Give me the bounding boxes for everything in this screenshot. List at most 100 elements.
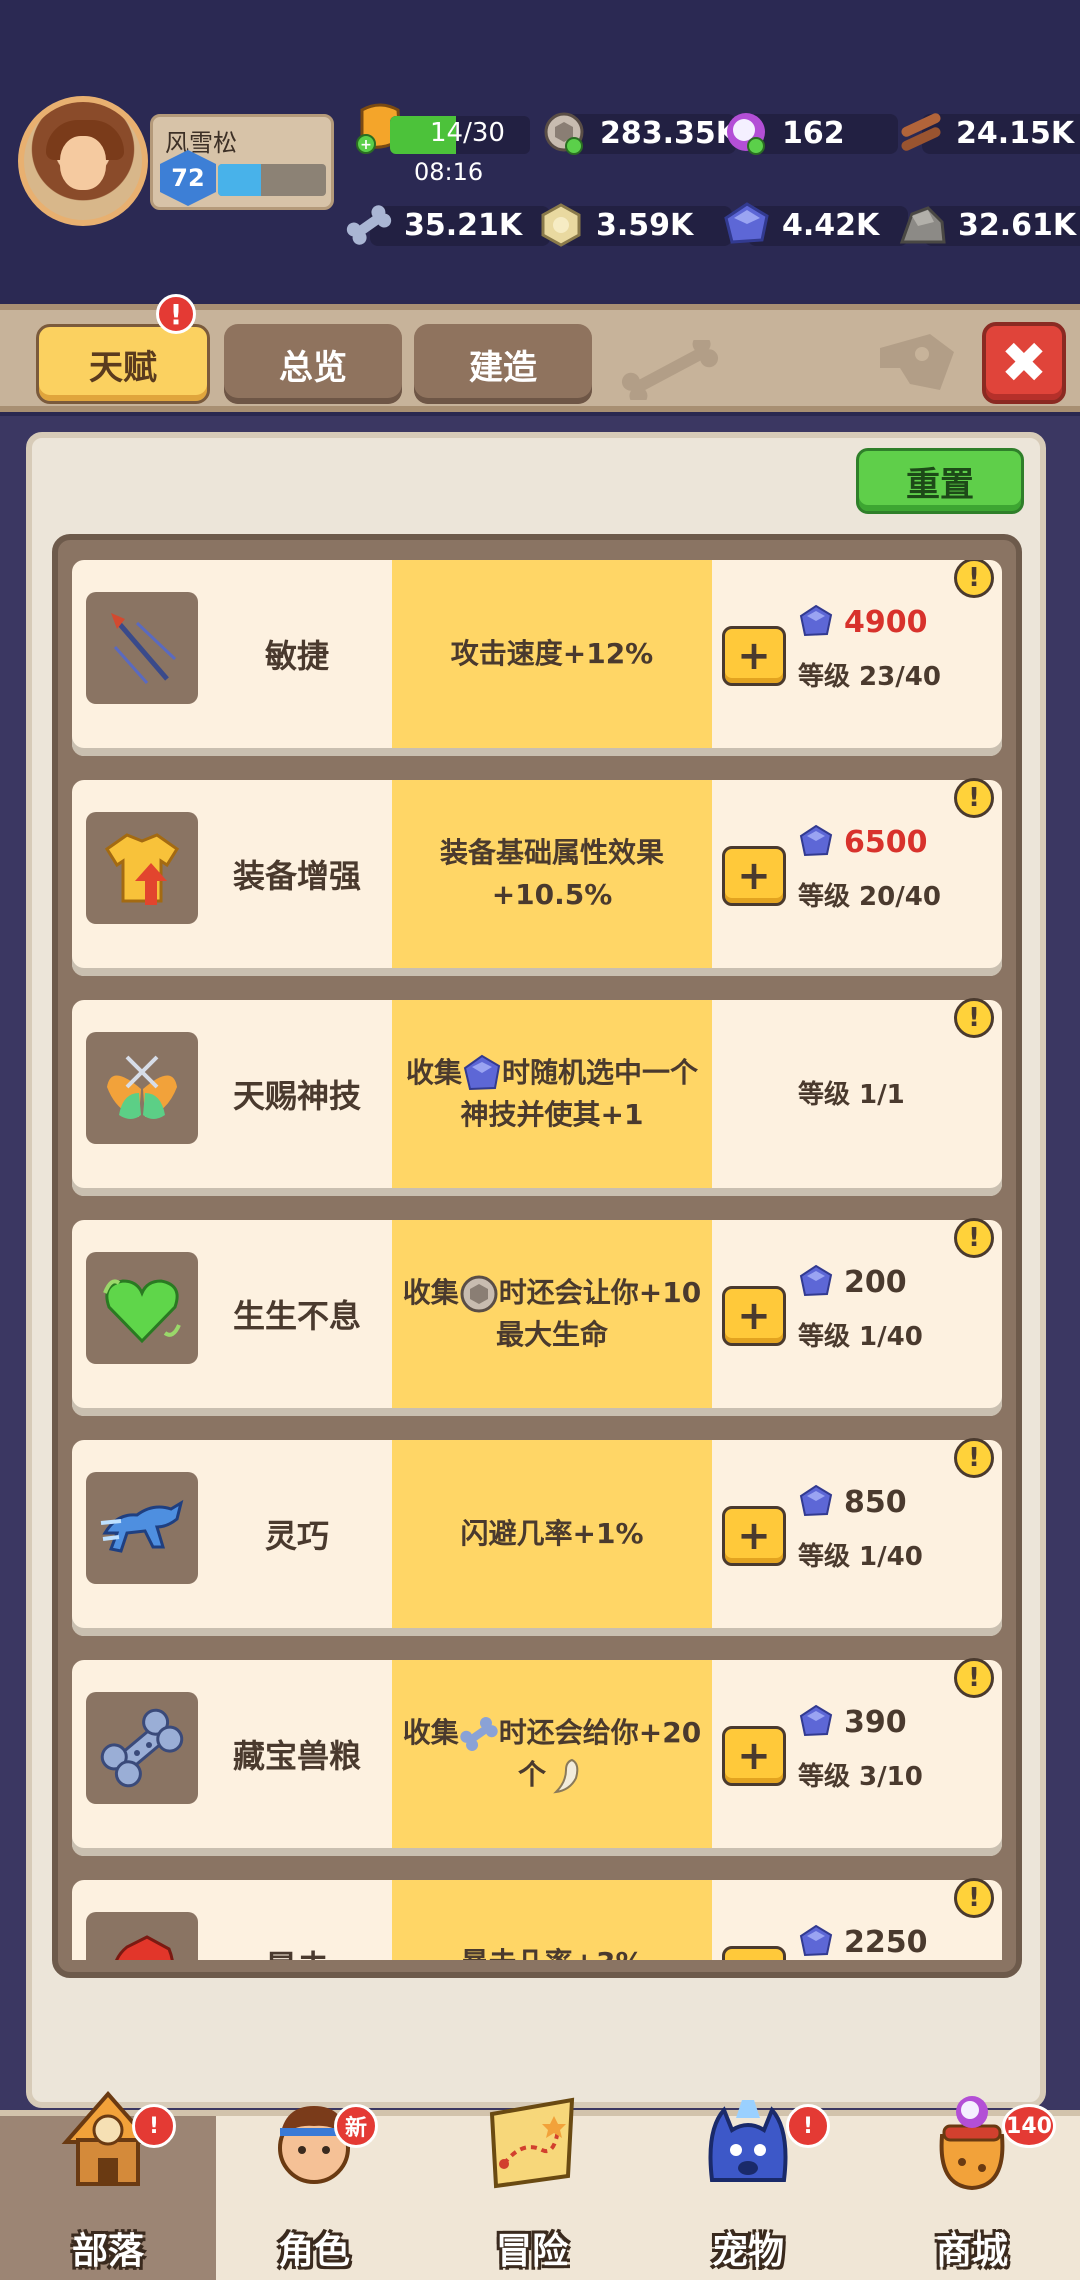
reset-button[interactable]: 重置	[856, 448, 1024, 514]
nut-icon	[544, 112, 584, 155]
talent-icon-frame	[86, 812, 198, 924]
talent-name: 灵巧	[264, 1517, 329, 1555]
tab-overview[interactable]: 总览	[224, 324, 402, 404]
nav-label: 部落	[71, 2231, 144, 2272]
talent-row-endless-life: 生生不息 收集 时还会让你+10最大生命 + 200 等级 1/40 !	[72, 1218, 1002, 1416]
info-icon[interactable]: !	[954, 560, 994, 598]
player-name: 风雪松	[165, 129, 237, 157]
nav-pet[interactable]: ! 宠物	[640, 2100, 856, 2280]
player-avatar[interactable]	[18, 96, 148, 226]
map-icon	[489, 2097, 575, 2189]
bone-decoration-icon	[621, 340, 719, 400]
info-icon[interactable]: !	[954, 1878, 994, 1918]
effect-text-post: 时还会让你+10最大生命	[495, 1276, 702, 1351]
nut-icon	[460, 1275, 498, 1313]
bone-icon	[346, 205, 392, 245]
tab-strip: 天赋 ! 总览 建造 ✖	[0, 294, 1080, 412]
resource-bone[interactable]: 35.21K	[344, 202, 550, 248]
talent-level: 等级 3/10	[798, 1762, 923, 1792]
talent-list-frame: 敏捷 攻击速度+12% + 4900 等级 23/40 ! 装备增强 装备基础属…	[52, 534, 1022, 1978]
gem-icon	[724, 202, 769, 244]
info-icon[interactable]: !	[954, 778, 994, 818]
talent-name: 装备增强	[232, 857, 361, 895]
resource-nut[interactable]: 283.35K	[540, 110, 739, 156]
info-icon[interactable]: !	[954, 1658, 994, 1698]
shop-bag-icon	[939, 2096, 1005, 2191]
upgrade-plus-button[interactable]: +	[722, 1506, 786, 1566]
gem-amount: 4.42K	[782, 207, 880, 243]
pearl-icon	[727, 113, 765, 155]
tab-build[interactable]: 建造	[414, 324, 592, 404]
talent-cost-value: 6500	[844, 824, 928, 860]
nav-label: 商城	[935, 2231, 1008, 2272]
talent-row-divine-skill: 天赐神技 收集 时随机选中一个神技并使其+1 等级 1/1 !	[72, 998, 1002, 1196]
resource-pearl[interactable]: 162	[722, 110, 898, 156]
wood-amount: 24.15K	[956, 115, 1075, 151]
talent-icon-frame	[86, 1912, 198, 1960]
nav-tribe[interactable]: ! 部落	[0, 2090, 216, 2280]
talent-cost: 6500	[798, 824, 928, 860]
upgrade-plus-button[interactable]: +	[722, 846, 786, 906]
nav-label: 角色	[277, 2231, 350, 2272]
upgrade-plus-button[interactable]: +	[722, 626, 786, 686]
nav-character[interactable]: 新 角色	[206, 2104, 422, 2280]
close-button[interactable]: ✖	[982, 322, 1066, 404]
pearl-amount: 162	[782, 115, 845, 151]
talent-icon-frame	[86, 592, 198, 704]
talent-cost: 200	[798, 1264, 907, 1300]
gem-icon	[799, 1484, 833, 1517]
talent-list[interactable]: 敏捷 攻击速度+12% + 4900 等级 23/40 ! 装备增强 装备基础属…	[72, 560, 1002, 1960]
tab-talent[interactable]: 天赋	[36, 324, 210, 404]
info-icon[interactable]: !	[954, 1218, 994, 1258]
dodge-wolf-icon	[100, 1499, 184, 1553]
talent-icon-frame	[86, 1252, 198, 1364]
upgrade-plus-button[interactable]: +	[722, 1726, 786, 1786]
avatar-face	[60, 136, 106, 190]
talent-effect: 攻击速度+12%	[392, 560, 712, 748]
effect-text-post: 时还会给你+20个	[498, 1716, 702, 1791]
talent-effect: 暴击几率+3%	[392, 1880, 712, 1960]
resource-wood[interactable]: 24.15K	[896, 110, 1080, 156]
talent-level: 等级 1/40	[798, 1322, 923, 1352]
talent-effect: 收集 时随机选中一个神技并使其+1	[392, 1000, 712, 1188]
stamina-value: 14/30	[430, 118, 505, 148]
upgrade-plus-button[interactable]: +	[722, 1286, 786, 1346]
wings-sword-icon	[107, 1055, 177, 1119]
shell-icon	[541, 203, 581, 247]
svg-text:+: +	[360, 137, 372, 153]
talent-icon-frame	[86, 1032, 198, 1144]
talent-cost-value: 390	[844, 1704, 907, 1740]
crit-fist-icon	[115, 1935, 174, 1960]
treasure-bone-icon	[100, 1708, 184, 1788]
xp-fill	[218, 164, 262, 196]
talent-level: 等级 1/1	[798, 1080, 905, 1110]
talent-name: 生生不息	[232, 1297, 361, 1335]
spear-icon	[111, 613, 177, 684]
talent-name: 暴击	[212, 1942, 382, 1960]
shell-amount: 3.59K	[596, 207, 694, 243]
talent-cost-value: 2250	[844, 1924, 928, 1960]
talent-alert-badge: !	[156, 294, 196, 334]
talent-icon-frame	[86, 1472, 198, 1584]
nav-shop[interactable]: 140 商城	[864, 2096, 1080, 2280]
talent-cost: 390	[798, 1704, 907, 1740]
info-icon[interactable]: !	[954, 1438, 994, 1478]
resource-gem[interactable]: 4.42K	[722, 202, 908, 248]
talent-row-dexterity: 灵巧 闪避几率+1% + 850 等级 1/40 !	[72, 1438, 1002, 1636]
armor-up-icon	[104, 833, 180, 905]
talent-level: 等级 1/40	[798, 1542, 923, 1572]
bone-icon	[460, 1717, 498, 1751]
nav-tribe-badge: !	[132, 2104, 176, 2148]
talent-effect: 闪避几率+1%	[392, 1440, 712, 1628]
gem-icon	[799, 1704, 833, 1737]
stone-icon	[899, 206, 946, 244]
resource-stone[interactable]: 32.61K	[898, 202, 1080, 248]
nav-shop-badge: 140	[1002, 2104, 1056, 2148]
gem-icon	[463, 1054, 501, 1091]
resource-shell[interactable]: 3.59K	[536, 202, 732, 248]
nav-pet-badge: !	[786, 2104, 830, 2148]
upgrade-plus-button[interactable]: +	[722, 1946, 786, 1960]
nav-adventure[interactable]: 冒险	[424, 2097, 640, 2280]
info-icon[interactable]: !	[954, 998, 994, 1038]
nav-label: 宠物	[711, 2231, 784, 2272]
